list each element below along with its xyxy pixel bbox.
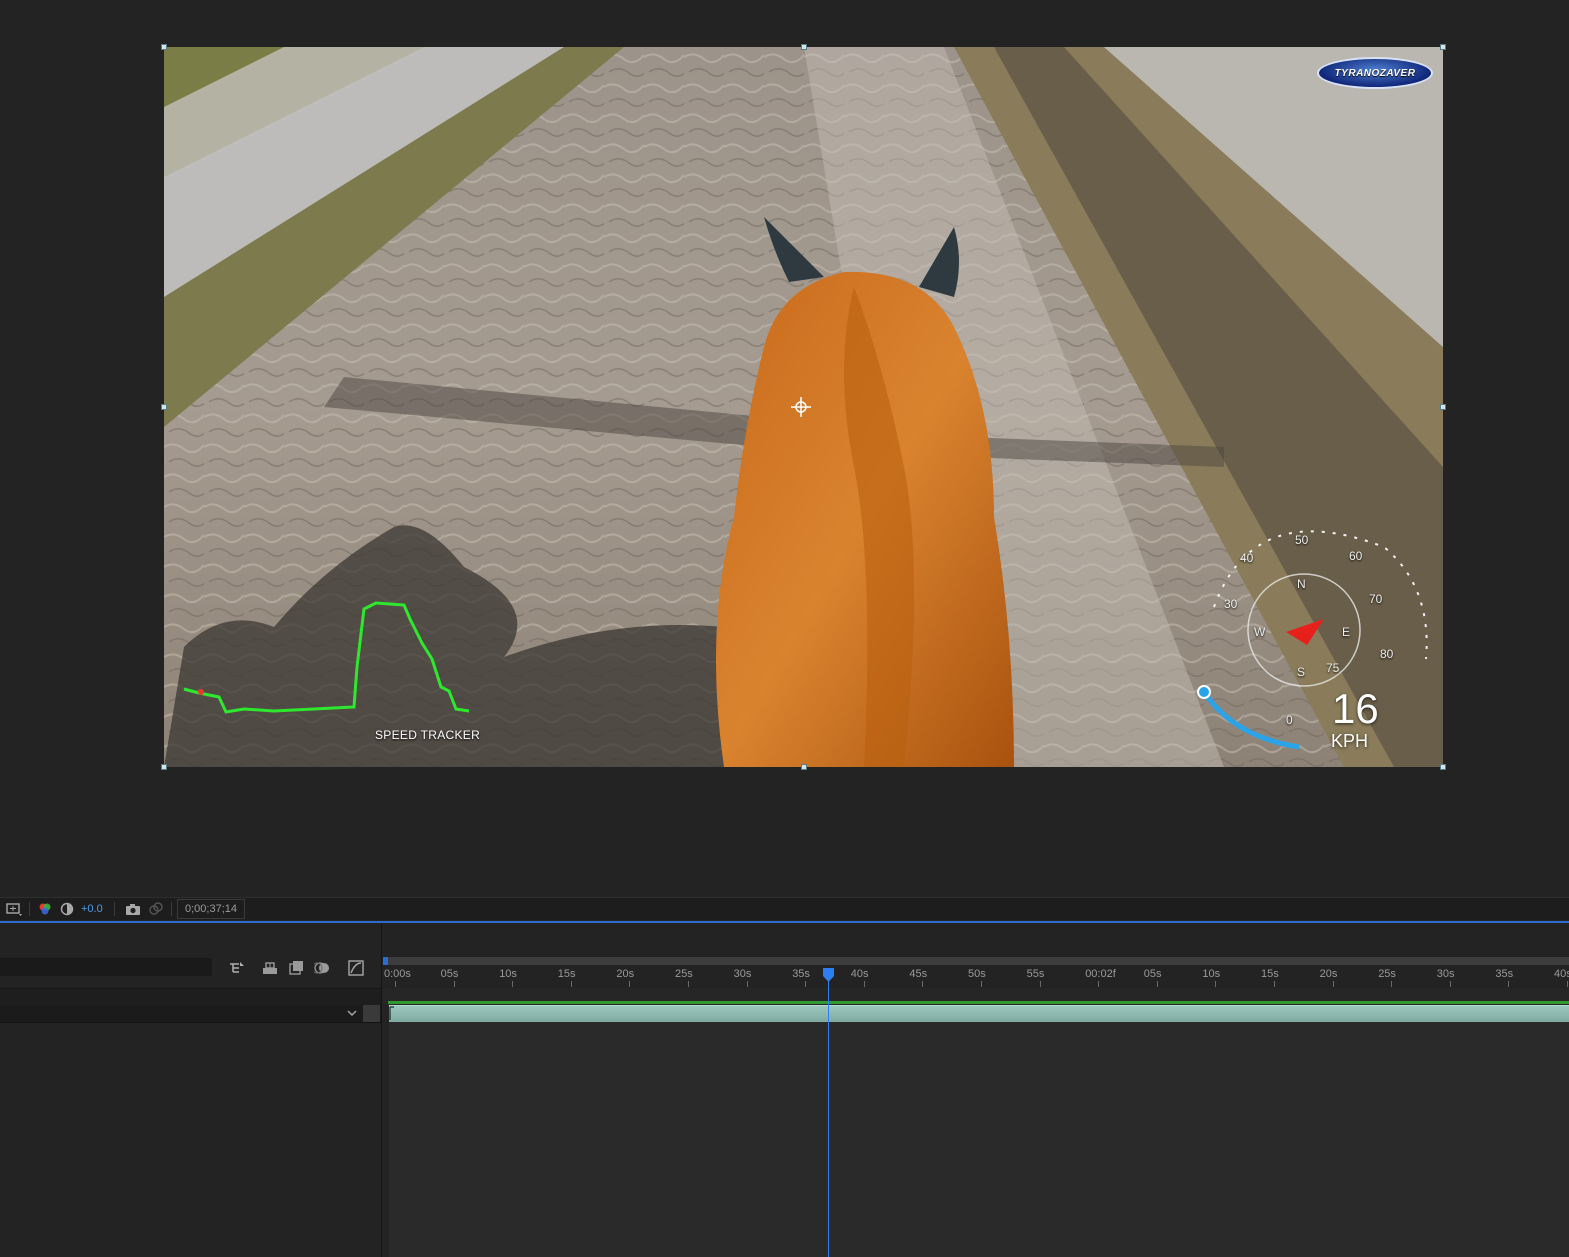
ruler-tick-label: 45s: [909, 968, 928, 980]
ruler-tick-mark: [570, 981, 572, 987]
speed-unit: KPH: [1331, 731, 1369, 751]
compass-west: W: [1254, 625, 1266, 639]
work-area-start-handle[interactable]: [383, 957, 388, 965]
region-of-interest-icon[interactable]: [6, 900, 22, 918]
show-snapshot-icon[interactable]: [148, 900, 164, 918]
ruler-tick-label: 40s: [850, 968, 869, 980]
ruler-tick-mark: [981, 981, 982, 987]
gauge-label: 80: [1380, 647, 1394, 661]
compass-east: E: [1342, 625, 1351, 639]
frame-blending-icon[interactable]: [288, 960, 304, 976]
playhead-line[interactable]: [828, 970, 829, 1257]
ruler-tick-mark: [805, 981, 807, 987]
gauge-label: 60: [1349, 549, 1363, 563]
ruler-tick-mark: [1567, 981, 1568, 987]
ruler-tick-mark: [512, 981, 514, 987]
layer-search-input[interactable]: [0, 958, 212, 976]
ruler-tick-label: 0:00s: [384, 968, 411, 980]
gauge-label: 30: [1224, 597, 1238, 611]
compass-north: N: [1297, 577, 1306, 591]
ruler-tick-mark: [1449, 981, 1451, 987]
snapshot-camera-icon[interactable]: [125, 900, 141, 918]
anchor-point-icon[interactable]: [791, 397, 811, 417]
ruler-tick-label: 50s: [968, 968, 986, 980]
transform-handle-left[interactable]: [161, 404, 167, 410]
transform-handle-top-right[interactable]: [1440, 44, 1446, 50]
ruler-tick-label: 55s: [1026, 968, 1045, 980]
transform-handle-bottom-right[interactable]: [1440, 764, 1446, 770]
composition-navigator-icon[interactable]: [229, 960, 245, 976]
ruler-tick-mark: [1274, 981, 1275, 987]
ruler-tick-mark: [453, 981, 455, 987]
ruler-tick-label: 30s: [1436, 968, 1455, 980]
ruler-tick-label: 35s: [1495, 968, 1514, 980]
ruler-tick-mark: [1098, 981, 1100, 987]
reset-exposure-icon[interactable]: [60, 900, 74, 918]
watermark-logo: TYRANOZAVER: [1317, 57, 1433, 89]
ruler-tick-label: 15s: [1261, 968, 1279, 980]
transform-handle-top[interactable]: [801, 44, 807, 50]
work-area-bar[interactable]: [383, 957, 1569, 965]
ruler-tick-label: 20s: [616, 968, 635, 980]
transform-handle-bottom-left[interactable]: [161, 764, 167, 770]
speed-value: 16: [1332, 685, 1379, 732]
ruler-tick-label: 35s: [792, 968, 810, 980]
ruler-tick-label: 10s: [1202, 968, 1221, 980]
gauge-label: 50: [1295, 533, 1309, 547]
ruler-tick-mark: [688, 981, 689, 987]
draft-3d-icon[interactable]: [262, 960, 278, 976]
ruler-tick-mark: [1039, 981, 1041, 987]
ruler-tick-label: 40s: [1554, 968, 1569, 980]
video-frame[interactable]: TYRANOZAVER SPEED TRACKER 50 40 30 60 70…: [164, 47, 1443, 767]
speed-tracker-label: SPEED TRACKER: [375, 728, 481, 742]
layer-row[interactable]: [0, 1005, 381, 1023]
ruler-tick-mark: [863, 981, 865, 987]
gauge-label: 0: [1286, 713, 1293, 727]
color-channels-icon[interactable]: [38, 900, 52, 918]
track-area[interactable]: [389, 1022, 1569, 1257]
ruler-tick-mark: [1215, 981, 1217, 987]
ruler-tick-label: 15s: [557, 968, 576, 980]
chevron-down-icon[interactable]: [346, 1007, 358, 1019]
ruler-tick-label: 00:02f: [1085, 968, 1116, 980]
ruler-tick-mark: [1508, 981, 1510, 987]
transform-handle-right[interactable]: [1440, 404, 1446, 410]
ruler-tick-mark: [629, 981, 631, 987]
ruler-tick-mark: [922, 981, 924, 987]
layer-duration-bar[interactable]: [389, 1005, 1569, 1022]
gauge-label: 40: [1240, 551, 1254, 565]
ruler-tick-label: 10s: [499, 968, 517, 980]
current-time-display[interactable]: 0;00;37;14: [177, 899, 245, 919]
ruler-tick-mark: [1332, 981, 1334, 987]
layer-switch-toggle[interactable]: [363, 1005, 380, 1022]
gauge-label: 70: [1369, 592, 1383, 606]
ruler-tick-label: 05s: [1143, 968, 1162, 980]
gauge-label: 75: [1326, 661, 1340, 675]
ruler-tick-label: 25s: [1378, 968, 1396, 980]
ruler-tick-mark: [746, 981, 748, 987]
ruler-tick-label: 20s: [1319, 968, 1338, 980]
layer-in-point-icon: [389, 1006, 394, 1020]
ruler-tick-label: 05s: [440, 968, 459, 980]
compass-south: S: [1297, 665, 1306, 679]
viewer-toolbar: +0.0 0;00;37;14: [0, 897, 1569, 920]
exposure-value[interactable]: +0.0: [81, 900, 103, 918]
graph-editor-icon[interactable]: [348, 960, 364, 976]
playhead-handle-icon[interactable]: [822, 968, 835, 982]
ruler-tick-mark: [395, 981, 396, 987]
ruler-tick-label: 25s: [675, 968, 693, 980]
transform-handle-top-left[interactable]: [161, 44, 167, 50]
render-cache-indicator: [388, 1001, 1569, 1004]
motion-blur-icon[interactable]: [314, 960, 330, 976]
transform-handle-bottom[interactable]: [801, 764, 807, 770]
ruler-tick-mark: [1156, 981, 1158, 987]
ruler-tick-mark: [1391, 981, 1393, 987]
ruler-tick-label: 30s: [733, 968, 752, 980]
